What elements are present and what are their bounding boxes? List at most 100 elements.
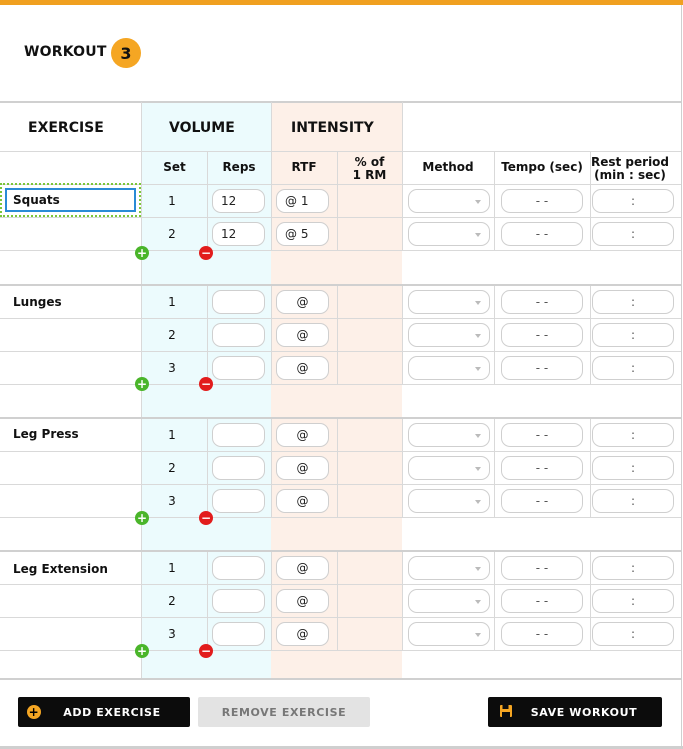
set-number: 1 <box>168 561 176 575</box>
rest-period-input[interactable]: : <box>592 456 674 480</box>
reps-input[interactable]: 12 <box>212 189 265 213</box>
exercise-name: Leg Press <box>13 427 79 441</box>
rtf-input[interactable]: @ <box>276 622 329 646</box>
rest-period-input[interactable]: : <box>592 356 674 380</box>
method-select[interactable] <box>408 356 490 380</box>
exercise-name-input[interactable] <box>5 188 136 212</box>
reps-input[interactable]: 12 <box>212 222 265 246</box>
remove-set-button[interactable]: − <box>199 644 213 658</box>
plus-circle-icon: + <box>27 705 41 719</box>
chevron-down-icon <box>475 434 481 438</box>
header-volume: VOLUME <box>169 120 235 136</box>
column-divider <box>590 184 591 250</box>
minus-circle-icon: − <box>200 377 212 391</box>
column-divider <box>494 184 495 250</box>
rtf-input[interactable]: @ <box>276 423 329 447</box>
add-set-button[interactable]: + <box>135 644 149 658</box>
row-divider <box>0 417 681 419</box>
rest-period-input[interactable]: : <box>592 622 674 646</box>
save-workout-button[interactable]: SAVE WORKOUT <box>488 697 662 727</box>
method-select[interactable] <box>408 556 490 580</box>
tempo-input[interactable]: - - <box>501 556 583 580</box>
set-number: 3 <box>168 361 176 375</box>
rest-period-input[interactable]: : <box>592 323 674 347</box>
remove-set-button[interactable]: − <box>199 377 213 391</box>
rest-period-input[interactable]: : <box>592 589 674 613</box>
header-tempo: Tempo (sec) <box>501 160 583 174</box>
header-exercise: EXERCISE <box>28 120 104 136</box>
rtf-input[interactable]: @ 5 <box>276 222 329 246</box>
add-set-button[interactable]: + <box>135 511 149 525</box>
header-reps: Reps <box>222 160 256 174</box>
rtf-input[interactable]: @ <box>276 556 329 580</box>
reps-input[interactable] <box>212 356 265 380</box>
rest-period-input[interactable]: : <box>592 423 674 447</box>
reps-input[interactable] <box>212 622 265 646</box>
column-divider <box>590 551 591 650</box>
column-divider <box>207 285 208 384</box>
reps-input[interactable] <box>212 589 265 613</box>
remove-set-button[interactable]: − <box>199 246 213 260</box>
method-select[interactable] <box>408 222 490 246</box>
rtf-input[interactable]: @ 1 <box>276 189 329 213</box>
tempo-input[interactable]: - - <box>501 489 583 513</box>
rtf-input[interactable]: @ <box>276 589 329 613</box>
rest-period-input[interactable]: : <box>592 290 674 314</box>
tempo-input[interactable]: - - <box>501 589 583 613</box>
row-divider <box>0 318 681 319</box>
chevron-down-icon <box>475 500 481 504</box>
remove-set-button[interactable]: − <box>199 511 213 525</box>
row-divider <box>0 451 681 452</box>
remove-exercise-button[interactable]: REMOVE EXERCISE <box>198 697 370 727</box>
header-rtf: RTF <box>291 160 317 174</box>
add-exercise-button[interactable]: + ADD EXERCISE <box>18 697 190 727</box>
rest-period-input[interactable]: : <box>592 189 674 213</box>
reps-input[interactable] <box>212 456 265 480</box>
reps-input[interactable] <box>212 556 265 580</box>
add-set-button[interactable]: + <box>135 246 149 260</box>
column-divider <box>337 184 338 250</box>
method-select[interactable] <box>408 423 490 447</box>
rest-period-input[interactable]: : <box>592 556 674 580</box>
tempo-input[interactable]: - - <box>501 290 583 314</box>
chevron-down-icon <box>475 567 481 571</box>
method-select[interactable] <box>408 589 490 613</box>
header-method: Method <box>422 160 474 174</box>
rest-period-input[interactable]: : <box>592 222 674 246</box>
tempo-input[interactable]: - - <box>501 456 583 480</box>
set-number: 2 <box>168 227 176 241</box>
tempo-input[interactable]: - - <box>501 356 583 380</box>
tempo-input[interactable]: - - <box>501 189 583 213</box>
rtf-input[interactable]: @ <box>276 356 329 380</box>
tempo-input[interactable]: - - <box>501 222 583 246</box>
tempo-input[interactable]: - - <box>501 622 583 646</box>
exercise-name: Leg Extension <box>13 562 108 576</box>
rest-period-input[interactable]: : <box>592 489 674 513</box>
chevron-down-icon <box>475 233 481 237</box>
tempo-input[interactable]: - - <box>501 423 583 447</box>
method-select[interactable] <box>408 323 490 347</box>
set-number: 1 <box>168 194 176 208</box>
plus-circle-icon: + <box>136 246 148 260</box>
reps-input[interactable] <box>212 290 265 314</box>
reps-input[interactable] <box>212 423 265 447</box>
reps-input[interactable] <box>212 323 265 347</box>
method-select[interactable] <box>408 189 490 213</box>
exercise-name-editor <box>0 183 141 217</box>
column-divider <box>337 285 338 384</box>
header-rest-period: Rest period (min : sec) <box>590 155 670 182</box>
method-select[interactable] <box>408 489 490 513</box>
plus-circle-icon: + <box>136 511 148 525</box>
column-divider <box>207 551 208 650</box>
method-select[interactable] <box>408 290 490 314</box>
column-divider <box>494 551 495 650</box>
tempo-input[interactable]: - - <box>501 323 583 347</box>
rtf-input[interactable]: @ <box>276 290 329 314</box>
rtf-input[interactable]: @ <box>276 323 329 347</box>
method-select[interactable] <box>408 622 490 646</box>
reps-input[interactable] <box>212 489 265 513</box>
rtf-input[interactable]: @ <box>276 456 329 480</box>
method-select[interactable] <box>408 456 490 480</box>
add-set-button[interactable]: + <box>135 377 149 391</box>
rtf-input[interactable]: @ <box>276 489 329 513</box>
